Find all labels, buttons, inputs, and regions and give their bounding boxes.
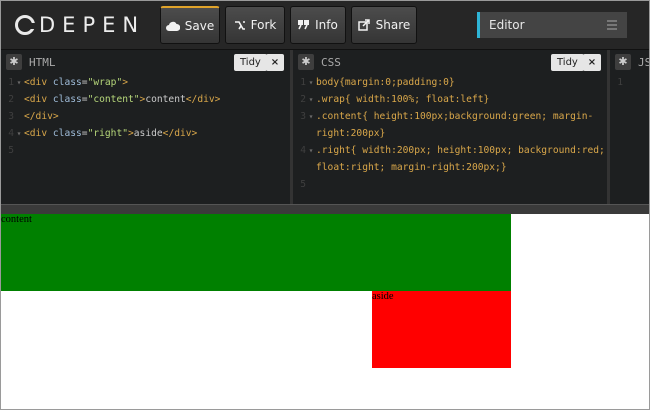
css-pane-header: ✱ CSS Tidy × <box>293 50 607 74</box>
code-line: 2 ▾ .wrap{ width:100%; float:left} <box>300 94 490 105</box>
editor-panes: ✱ HTML Tidy × 1 ▾ <div class="wrap"> 2 <div… <box>1 50 649 204</box>
code-line: 1 ▾ body{margin:0;padding:0} <box>300 77 455 88</box>
html-pane-title: HTML <box>29 56 56 69</box>
top-toolbar: DEPEN Save Fork Info Share Editor <box>1 1 649 50</box>
share-icon <box>357 19 370 31</box>
editor-view-label: Editor <box>489 18 525 32</box>
cloud-icon <box>165 21 180 31</box>
css-code-editor[interactable]: 1 ▾ body{margin:0;padding:0} 2 ▾ .wrap{ widt… <box>293 74 605 193</box>
js-pane: ✱ JS 1 <box>610 50 649 204</box>
code-line: 5 <box>8 145 14 156</box>
content-block: content <box>1 214 511 291</box>
code-line: 4 ▾ <div class="right">aside</div> <box>8 128 198 139</box>
code-line: 1 <box>617 77 623 88</box>
html-pane: ✱ HTML Tidy × 1 ▾ <div class="wrap"> 2 <div… <box>1 50 290 204</box>
css-close-button[interactable]: × <box>583 54 601 71</box>
share-button[interactable]: Share <box>351 6 417 44</box>
result-preview: content aside <box>1 214 649 409</box>
gear-icon[interactable]: ✱ <box>615 54 631 70</box>
fork-button[interactable]: Fork <box>225 6 285 44</box>
logo-text: DEPEN <box>39 13 146 37</box>
gear-icon[interactable]: ✱ <box>6 54 22 70</box>
code-line: 2 <div class="content">content</div> <box>8 94 221 105</box>
css-pane-title: CSS <box>321 56 341 69</box>
quote-icon <box>298 20 310 30</box>
editor-view-select[interactable]: Editor <box>477 12 627 38</box>
share-label: Share <box>375 18 411 32</box>
save-button[interactable]: Save <box>160 6 220 44</box>
fork-label: Fork <box>250 18 277 32</box>
codepen-window: DEPEN Save Fork Info Share Editor ✱ HTML… <box>0 0 650 410</box>
code-line: float:right; margin-right:200px;} <box>316 162 507 173</box>
code-line: 1 ▾ <div class="wrap"> <box>8 77 128 88</box>
codepen-logo[interactable]: DEPEN <box>15 13 145 37</box>
gear-icon[interactable]: ✱ <box>298 54 314 70</box>
code-line: 5 <box>300 179 306 190</box>
js-pane-header: ✱ JS <box>610 50 649 74</box>
save-label: Save <box>184 18 215 33</box>
info-button[interactable]: Info <box>290 6 346 44</box>
html-pane-header: ✱ HTML Tidy × <box>1 50 290 74</box>
code-line: 3 </div> <box>8 111 59 122</box>
aside-text: aside <box>372 291 394 302</box>
js-pane-title: JS <box>638 56 649 69</box>
code-line: 4 ▾ .right{ width:200px; height:100px; bac… <box>300 145 605 156</box>
css-pane: ✱ CSS Tidy × 1 ▾ body{margin:0;padding:0} … <box>293 50 607 204</box>
code-line: right:200px} <box>316 128 386 139</box>
html-close-button[interactable]: × <box>266 54 284 71</box>
html-tidy-button[interactable]: Tidy <box>234 54 267 71</box>
fork-icon <box>234 20 245 30</box>
code-line: 3 ▾ .content{ height:100px;background:gree… <box>300 111 594 122</box>
menu-icon <box>607 20 617 32</box>
content-text: content <box>1 214 32 225</box>
logo-c-icon <box>15 15 36 35</box>
js-code-editor[interactable]: 1 <box>610 74 623 91</box>
aside-block: aside <box>372 291 511 368</box>
css-tidy-button[interactable]: Tidy <box>551 54 584 71</box>
html-code-editor[interactable]: 1 ▾ <div class="wrap"> 2 <div class="conten… <box>1 74 220 159</box>
preview-resize-bar[interactable] <box>1 204 649 214</box>
info-label: Info <box>315 18 338 32</box>
